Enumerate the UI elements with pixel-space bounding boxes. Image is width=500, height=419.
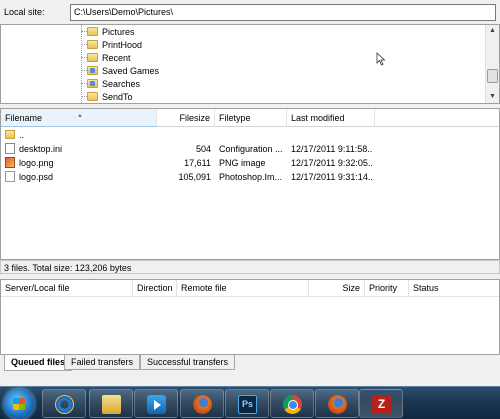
tab-queued-files[interactable]: Queued files [4, 355, 73, 371]
internet-explorer-icon [55, 395, 74, 414]
media-player-icon [147, 395, 166, 414]
taskbar-photoshop[interactable]: Ps [225, 389, 269, 418]
blank-file-icon [5, 171, 15, 182]
column-direction[interactable]: Direction [133, 280, 177, 297]
tree-item-sendto[interactable]: SendTo [81, 90, 133, 103]
tree-item-label: Saved Games [102, 65, 160, 76]
photoshop-icon: Ps [238, 395, 257, 414]
tree-item-printhood[interactable]: PrintHood [81, 38, 143, 51]
local-site-label: Local site: [4, 7, 45, 17]
chrome-icon [283, 395, 302, 414]
column-last-modified[interactable]: Last modified [287, 109, 375, 127]
file-row[interactable]: logo.png 17,611 PNG image 12/17/2011 9:3… [1, 156, 499, 170]
firefox-icon [193, 395, 212, 414]
file-name: desktop.ini [19, 144, 63, 154]
file-type: Photoshop.Im... [219, 172, 283, 182]
tree-item-saved-games[interactable]: Saved Games [81, 64, 160, 77]
start-button[interactable] [4, 389, 34, 419]
column-label: Filetype [219, 113, 251, 123]
taskbar-firefox-2[interactable] [315, 389, 359, 418]
saved-games-folder-icon [87, 66, 98, 75]
tree-item-label: PrintHood [102, 39, 143, 50]
column-priority[interactable]: Priority [365, 280, 409, 297]
taskbar-windows-explorer[interactable] [89, 389, 133, 418]
file-list-header: ▲ Filename Filesize Filetype Last modifi… [1, 109, 499, 127]
file-type: Configuration ... [219, 144, 283, 154]
file-size: 504 [195, 144, 211, 154]
file-row[interactable]: logo.psd 105,091 Photoshop.Im... 12/17/2… [1, 170, 499, 184]
file-modified: 12/17/2011 9:11:58... [291, 144, 373, 154]
tree-item-pictures[interactable]: Pictures [81, 25, 135, 38]
searches-folder-icon [87, 79, 98, 88]
tree-item-label: Pictures [102, 26, 135, 37]
local-directory-tree[interactable]: Pictures PrintHood Recent Saved Games Se… [0, 24, 500, 104]
file-modified: 12/17/2011 9:32:05... [291, 158, 373, 168]
queue-tabs: Queued files Failed transfers Successful… [0, 355, 500, 371]
filezilla-icon: Z [372, 395, 391, 414]
file-modified: 12/17/2011 9:31:14... [291, 172, 373, 182]
settings-file-icon [5, 143, 15, 154]
file-name: logo.png [19, 158, 54, 168]
scroll-thumb[interactable] [487, 69, 498, 83]
sort-ascending-icon: ▲ [77, 113, 83, 119]
image-file-icon [5, 157, 15, 168]
column-label: Filesize [179, 113, 210, 123]
queue-header: Server/Local file Direction Remote file … [1, 280, 499, 297]
local-file-list[interactable]: ▲ Filename Filesize Filetype Last modifi… [0, 108, 500, 260]
taskbar-internet-explorer[interactable] [42, 389, 86, 418]
file-size: 105,091 [178, 172, 211, 182]
column-label: Status [413, 283, 439, 293]
file-name: logo.psd [19, 172, 54, 182]
tree-item-label: SendTo [102, 91, 133, 102]
mouse-pointer-icon [376, 52, 386, 66]
file-name: .. [19, 130, 25, 140]
tab-successful-transfers[interactable]: Successful transfers [140, 355, 236, 370]
folder-icon [87, 92, 98, 101]
tree-vertical-scrollbar[interactable]: ▲ ▼ [485, 25, 499, 103]
taskbar: Ps Z [0, 386, 500, 419]
folder-icon [87, 27, 98, 36]
tree-connector [81, 25, 82, 103]
column-filesize[interactable]: Filesize [157, 109, 215, 127]
taskbar-firefox[interactable] [180, 389, 224, 418]
tree-item-searches[interactable]: Searches [81, 77, 141, 90]
scroll-down-arrow-icon[interactable]: ▼ [486, 91, 499, 103]
column-server-local-file[interactable]: Server/Local file [1, 280, 133, 297]
folder-icon [87, 53, 98, 62]
firefox-icon [328, 395, 347, 414]
column-status[interactable]: Status [409, 280, 499, 297]
column-size[interactable]: Size [309, 280, 365, 297]
taskbar-media-player[interactable] [134, 389, 178, 418]
tree-item-label: Recent [102, 52, 131, 63]
file-type: PNG image [219, 158, 266, 168]
file-list-status: 3 files. Total size: 123,206 bytes [0, 260, 500, 274]
file-row[interactable]: desktop.ini 504 Configuration ... 12/17/… [1, 142, 499, 156]
local-site-path-input[interactable]: C:\Users\Demo\Pictures\ [70, 4, 496, 21]
transfer-queue[interactable]: Server/Local file Direction Remote file … [0, 279, 500, 355]
column-label: Priority [369, 283, 398, 293]
parent-folder-icon [5, 130, 15, 139]
windows-explorer-icon [102, 395, 121, 414]
taskbar-filezilla[interactable]: Z [359, 389, 403, 418]
scroll-up-arrow-icon[interactable]: ▲ [486, 25, 499, 37]
column-filetype[interactable]: Filetype [215, 109, 287, 127]
tree-item-label: Searches [102, 78, 141, 89]
folder-icon [87, 40, 98, 49]
file-row-parent[interactable]: .. [1, 128, 499, 142]
tree-item-recent[interactable]: Recent [81, 51, 131, 64]
column-label: Filename [5, 113, 43, 123]
local-site-bar: Local site: C:\Users\Demo\Pictures\ [0, 0, 500, 24]
taskbar-chrome[interactable] [270, 389, 314, 418]
column-remote-file[interactable]: Remote file [177, 280, 309, 297]
column-label: Server/Local file [5, 283, 70, 293]
file-size: 17,611 [184, 158, 211, 168]
column-label: Last modified [291, 113, 345, 123]
tab-failed-transfers[interactable]: Failed transfers [64, 355, 141, 370]
column-label: Size [342, 283, 360, 293]
column-label: Remote file [181, 283, 227, 293]
column-label: Direction [137, 283, 173, 293]
column-filename[interactable]: ▲ Filename [1, 109, 157, 127]
